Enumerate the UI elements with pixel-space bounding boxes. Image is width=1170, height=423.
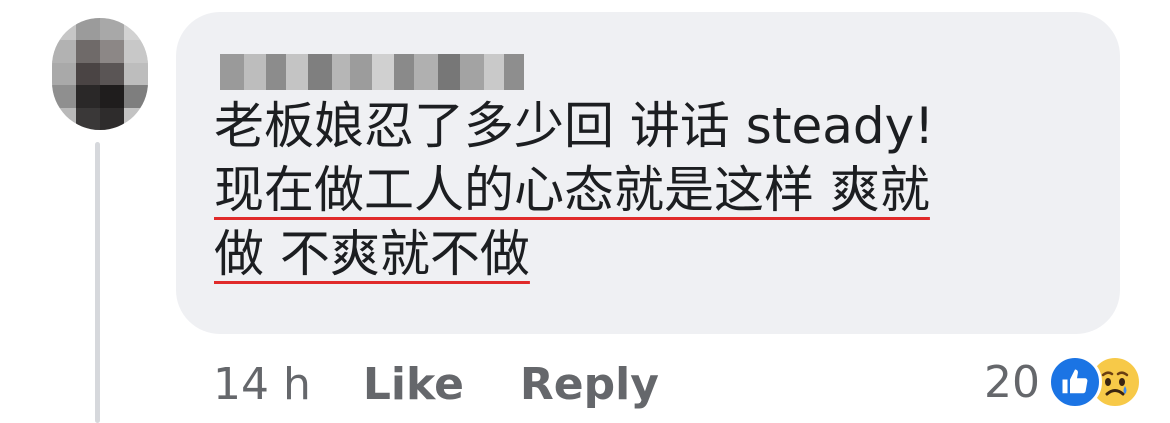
comment-line-1: 老板娘忍了多少回 讲话 steady! (214, 97, 935, 155)
author-name-pixelated[interactable] (220, 54, 524, 90)
thread-line (95, 142, 100, 423)
comment-bubble: 老板娘忍了多少回 讲话 steady! 现在做工人的心态就是这样 爽就 做 不爽… (176, 12, 1120, 334)
avatar-pixelated-image (52, 18, 148, 130)
like-button[interactable]: Like (363, 359, 464, 410)
comment-text: 老板娘忍了多少回 讲话 steady! 现在做工人的心态就是这样 爽就 做 不爽… (214, 94, 1094, 286)
reactions-summary[interactable]: 20 (984, 350, 1142, 414)
comment-view: 老板娘忍了多少回 讲话 steady! 现在做工人的心态就是这样 爽就 做 不爽… (0, 0, 1170, 423)
like-icon (1048, 355, 1102, 409)
comment-actions: 14 h Like Reply (213, 352, 715, 416)
timestamp[interactable]: 14 h (213, 359, 311, 410)
reaction-count: 20 (984, 356, 1040, 408)
thumbs-up-glyph (1062, 369, 1088, 394)
comment-line-3: 做 不爽就不做 (214, 225, 530, 283)
reply-button[interactable]: Reply (520, 359, 659, 410)
avatar[interactable] (52, 18, 148, 130)
comment-line-2: 现在做工人的心态就是这样 爽就 (214, 161, 930, 219)
